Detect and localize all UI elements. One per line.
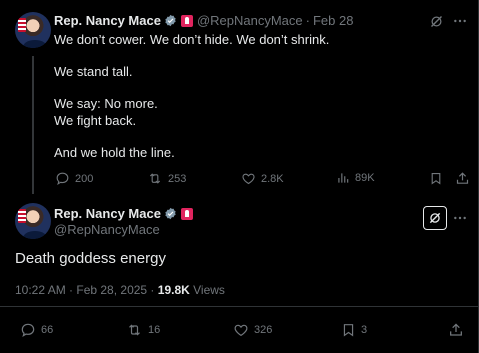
repost-count: 253 [168,172,187,185]
views-button[interactable]: 89K [336,171,375,185]
more-options-button[interactable] [450,208,470,228]
author-handle[interactable]: @RepNancyMace [197,13,303,28]
bookmark-count: 3 [361,324,368,336]
reply-button[interactable]: 66 [20,322,53,338]
reply-icon [21,323,35,337]
tweet-line: And we hold the line. [54,144,175,160]
repost-button[interactable]: 16 [126,322,160,338]
more-icon [454,216,466,220]
tweet1-text: We don’t cower. We don’t hide. We don’t … [54,32,454,161]
tweet-thread: Rep. Nancy Mace @RepNancyMace · Feb 28 W… [0,0,479,353]
divider [0,306,479,307]
repost-count: 16 [148,324,161,336]
grok-icon [430,15,442,27]
reply-count: 200 [75,172,94,185]
views-icon [338,173,349,183]
tweet2-text: Death goddess energy [15,250,166,267]
like-icon [234,324,248,337]
tweet1-header: Rep. Nancy Mace @RepNancyMace · Feb 28 [54,13,353,28]
views-label: Views [189,283,225,297]
more-icon [454,19,466,23]
verified-badge-icon [165,14,176,27]
like-count: 326 [254,324,273,336]
grok-button[interactable] [426,11,446,31]
share-button[interactable] [454,170,470,186]
like-button[interactable]: 326 [233,322,272,338]
tweet-line: We fight back. [54,112,137,128]
timestamp[interactable]: 10:22 AM · Feb 28, 2025 · [15,283,158,297]
reply-count: 66 [41,324,54,336]
repost-icon [129,324,140,336]
author-name[interactable]: Rep. Nancy Mace [54,13,161,28]
bookmark-button[interactable] [428,170,444,186]
grok-icon [429,212,441,224]
like-icon [242,173,255,185]
verified-badge-icon [165,207,176,220]
share-icon [450,323,462,336]
tweet-meta: 10:22 AM · Feb 28, 2025 · 19.8K Views [15,283,225,297]
more-options-button[interactable] [450,11,470,31]
gov-badge-icon [180,14,193,27]
grok-button[interactable] [423,206,447,230]
repost-icon [149,173,161,184]
like-button[interactable]: 2.8K [241,171,284,186]
like-count: 2.8K [261,172,284,185]
tweet2-header: Rep. Nancy Mace [54,206,193,221]
share-button[interactable] [448,322,464,338]
author-name[interactable]: Rep. Nancy Mace [54,206,161,221]
avatar[interactable] [15,203,51,239]
views-count: 89K [355,172,375,184]
reply-icon [56,172,69,186]
avatar[interactable] [15,12,51,48]
share-icon [456,171,468,184]
thread-connector-line [32,56,34,194]
gov-badge-icon [180,207,193,220]
bookmark-button[interactable]: 3 [341,322,367,338]
separator-dot: · [305,13,310,28]
tweet-line: We say: No more. [54,96,158,112]
tweet-date[interactable]: Feb 28 [313,13,353,28]
tweet-line: We stand tall. [54,64,133,80]
tweet-line: We don’t cower. We don’t hide. We don’t … [54,32,330,47]
repost-button[interactable]: 253 [147,171,186,186]
views-count: 19.8K [157,283,190,297]
bookmark-icon [431,172,441,185]
bookmark-icon [343,324,354,337]
author-handle[interactable]: @RepNancyMace [54,222,160,237]
reply-button[interactable]: 200 [55,171,93,186]
